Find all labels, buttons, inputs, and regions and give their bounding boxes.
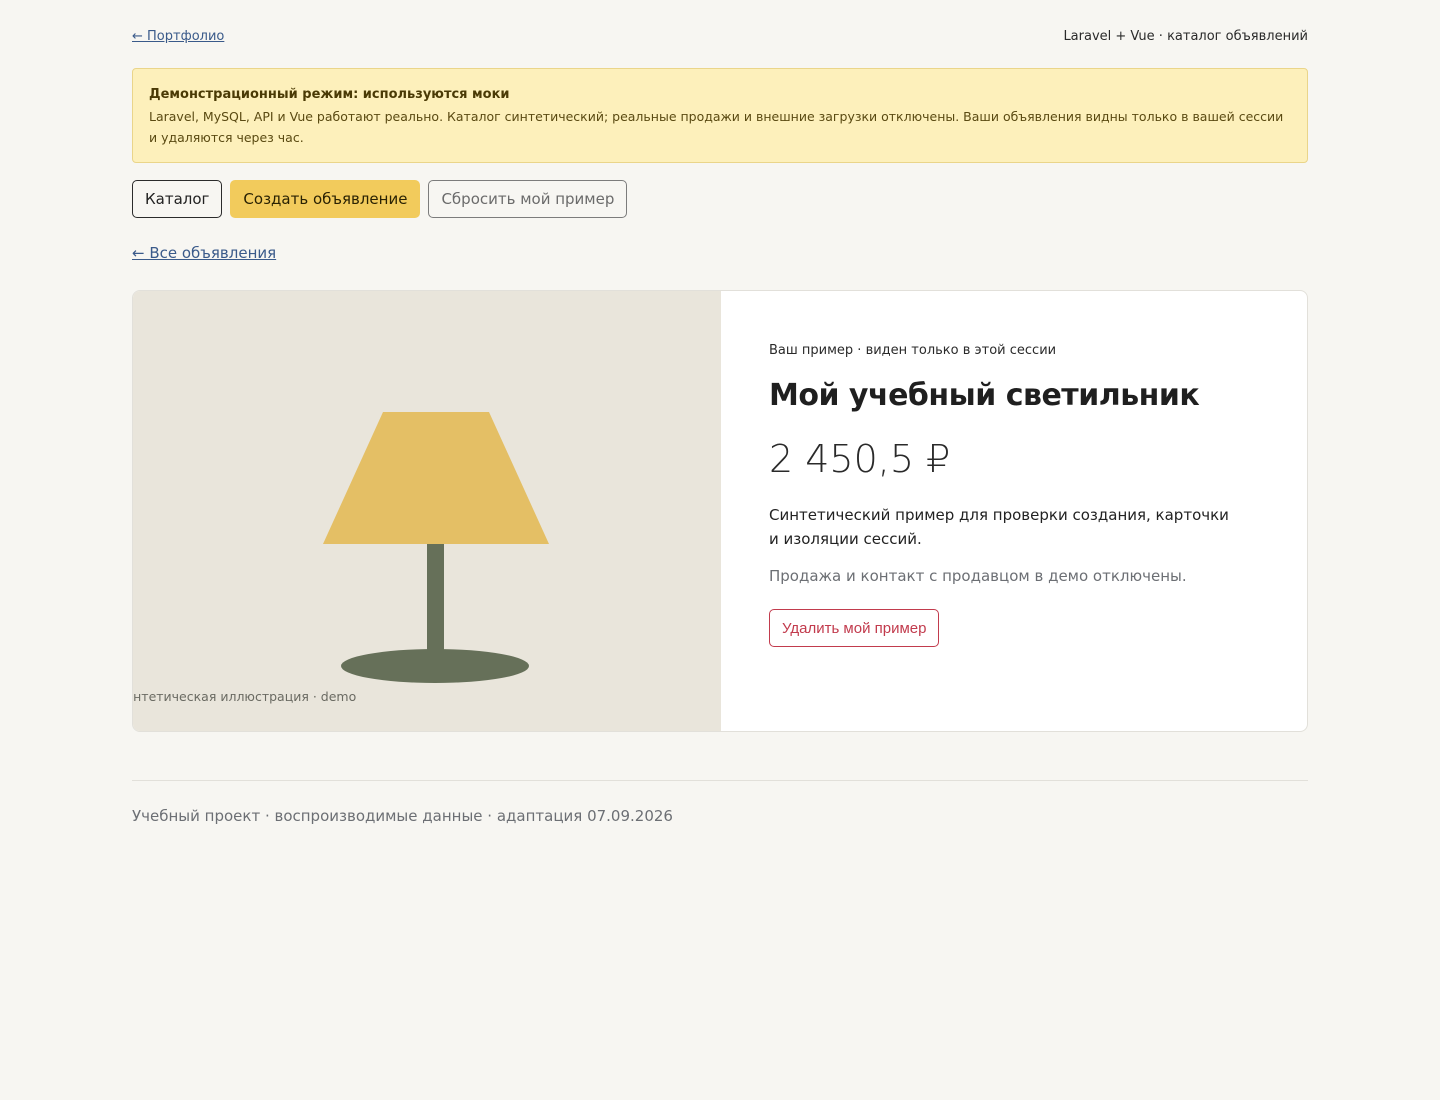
catalog-button[interactable]: Каталог [132, 180, 223, 218]
action-bar: Каталог Создать объявление Сбросить мой … [132, 180, 628, 218]
session-note: Ваш пример · виден только в этой сессии [769, 343, 1057, 358]
reset-example-button[interactable]: Сбросить мой пример [428, 180, 628, 218]
listing-price: 2 450,5 ₽ [769, 437, 951, 481]
listing-card: интетическая иллюстрация · demo Ваш прим… [132, 290, 1308, 732]
lamp-pole [427, 544, 444, 654]
listing-info: Ваш пример · виден только в этой сессии … [721, 291, 1307, 731]
listing-title: Мой учебный светильник [769, 378, 1200, 413]
listing-image: интетическая иллюстрация · demo [133, 291, 721, 731]
notice-title: Демонстрационный режим: используются мок… [149, 87, 510, 102]
project-label: Laravel + Vue · каталог объявлений [1063, 28, 1308, 44]
sale-disabled-note: Продажа и контакт с продавцом в демо отк… [769, 567, 1187, 585]
lamp-illustration-icon [323, 412, 549, 683]
demo-notice: Демонстрационный режим: используются мок… [132, 68, 1308, 163]
notice-text: Laravel, MySQL, API и Vue работают реаль… [149, 109, 1284, 145]
lamp-shade [323, 412, 549, 544]
image-caption: интетическая иллюстрация · demo [132, 689, 357, 704]
portfolio-link[interactable]: ← Портфолио [132, 29, 224, 44]
create-listing-button[interactable]: Создать объявление [230, 180, 421, 218]
lamp-base [341, 649, 529, 683]
top-bar: ← Портфолио Laravel + Vue · каталог объя… [132, 26, 1308, 46]
listing-description: Синтетический пример для проверки создан… [769, 506, 1229, 548]
delete-example-button[interactable]: Удалить мой пример [769, 609, 940, 647]
all-listings-link[interactable]: ← Все объявления [132, 244, 276, 262]
footer-text: Учебный проект · воспроизводимые данные … [132, 807, 673, 825]
footer-divider [132, 780, 1308, 781]
